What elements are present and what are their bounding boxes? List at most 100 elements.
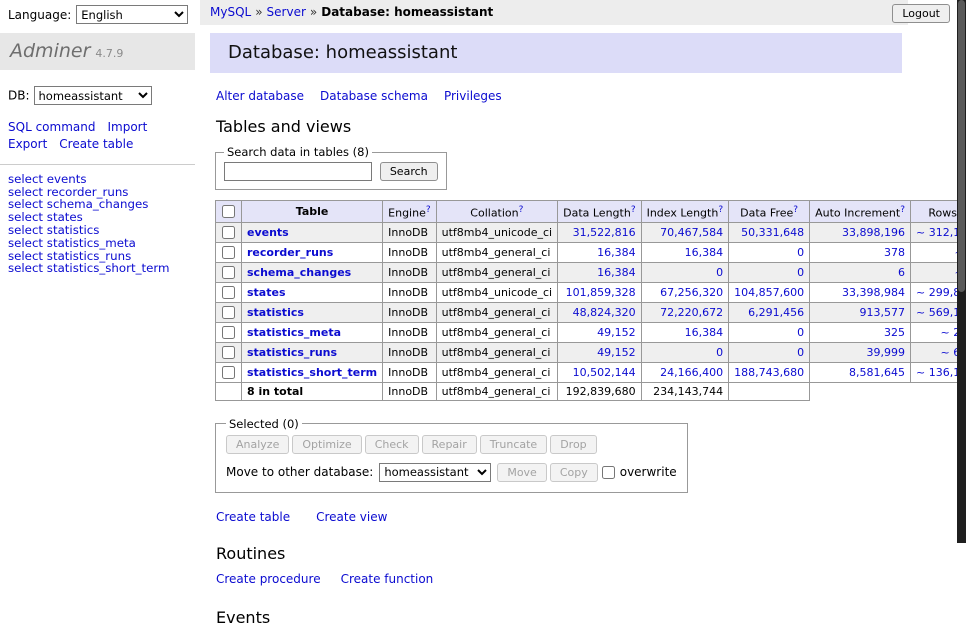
data-free-link[interactable]: 50,331,648 <box>741 226 804 239</box>
data-free-link[interactable]: 188,743,680 <box>734 366 804 379</box>
data-length-link[interactable]: 49,152 <box>597 346 636 359</box>
index-length-link[interactable]: 72,220,672 <box>660 306 723 319</box>
data-free-link[interactable]: 104,857,600 <box>734 286 804 299</box>
table-row: recorder_runs InnoDB utf8mb4_general_ci … <box>216 242 966 262</box>
breadcrumb-mysql-link[interactable]: MySQL <box>210 5 251 19</box>
data-free-link[interactable]: 6,291,456 <box>748 306 804 319</box>
data-length-link[interactable]: 16,384 <box>597 266 636 279</box>
drop-button[interactable]: Drop <box>550 435 596 454</box>
auto-increment-link[interactable]: 33,398,984 <box>842 286 905 299</box>
select-all-checkbox[interactable] <box>222 205 235 218</box>
table-name-link[interactable]: recorder_runs <box>247 246 333 259</box>
data-length-link[interactable]: 49,152 <box>597 326 636 339</box>
data-free-link[interactable]: 0 <box>797 266 804 279</box>
index-length-link[interactable]: 70,467,584 <box>660 226 723 239</box>
auto-increment-link[interactable]: 325 <box>884 326 905 339</box>
create-procedure-link[interactable]: Create procedure <box>216 572 321 586</box>
create-function-link[interactable]: Create function <box>341 572 434 586</box>
table-name-link[interactable]: schema_changes <box>247 266 351 279</box>
data-length-link[interactable]: 31,522,816 <box>573 226 636 239</box>
data-length-link[interactable]: 48,824,320 <box>573 306 636 319</box>
row-select-checkbox[interactable] <box>222 346 235 359</box>
logout-button[interactable]: Logout <box>892 4 950 23</box>
table-name-link[interactable]: statistics_runs <box>247 346 337 359</box>
data-length-link[interactable]: 101,859,328 <box>566 286 636 299</box>
collation-cell: utf8mb4_unicode_ci <box>436 222 557 242</box>
help-icon[interactable]: ? <box>631 205 636 215</box>
move-row: Move to other database:homeassistantMove… <box>226 463 677 482</box>
help-icon[interactable]: ? <box>900 205 905 215</box>
table-name-link[interactable]: states <box>247 286 286 299</box>
total-data-free <box>729 382 810 400</box>
collation-cell: utf8mb4_general_ci <box>436 362 557 382</box>
row-select-checkbox[interactable] <box>222 226 235 239</box>
sidebar-sql-command-link[interactable]: SQL command <box>8 120 95 134</box>
data-free-link[interactable]: 0 <box>797 246 804 259</box>
sidebar-item-select-statistics-short-term[interactable]: select statistics_short_term <box>8 261 170 275</box>
row-select-checkbox[interactable] <box>222 286 235 299</box>
repair-button[interactable]: Repair <box>422 435 477 454</box>
help-icon[interactable]: ? <box>718 205 723 215</box>
index-length-link[interactable]: 0 <box>716 266 723 279</box>
table-row: schema_changes InnoDB utf8mb4_general_ci… <box>216 262 966 282</box>
table-name-link[interactable]: statistics_short_term <box>247 366 377 379</box>
copy-button[interactable]: Copy <box>550 463 598 482</box>
breadcrumb-server-link[interactable]: Server <box>267 5 306 19</box>
sidebar-import-link[interactable]: Import <box>107 120 147 134</box>
analyze-button[interactable]: Analyze <box>226 435 289 454</box>
db-select[interactable]: homeassistant <box>34 86 152 105</box>
row-select-checkbox[interactable] <box>222 266 235 279</box>
auto-increment-link[interactable]: 378 <box>884 246 905 259</box>
database-schema-link[interactable]: Database schema <box>320 89 428 103</box>
row-select-checkbox[interactable] <box>222 366 235 379</box>
auto-increment-link[interactable]: 39,999 <box>867 346 906 359</box>
index-length-link[interactable]: 67,256,320 <box>660 286 723 299</box>
table-row: statistics_meta InnoDB utf8mb4_general_c… <box>216 322 966 342</box>
column-header-engine: Engine? <box>383 201 436 223</box>
alter-database-link[interactable]: Alter database <box>216 89 304 103</box>
index-length-link[interactable]: 0 <box>716 346 723 359</box>
overwrite-checkbox[interactable] <box>602 466 615 479</box>
auto-increment-link[interactable]: 8,581,645 <box>849 366 905 379</box>
vertical-scrollbar[interactable] <box>957 0 966 543</box>
data-length-link[interactable]: 16,384 <box>597 246 636 259</box>
scrollbar-thumb[interactable] <box>958 0 965 292</box>
table-name-link[interactable]: events <box>247 226 289 239</box>
sidebar-create-table-link[interactable]: Create table <box>59 137 133 151</box>
truncate-button[interactable]: Truncate <box>480 435 547 454</box>
row-select-checkbox[interactable] <box>222 246 235 259</box>
data-length-link[interactable]: 10,502,144 <box>573 366 636 379</box>
index-length-link[interactable]: 16,384 <box>685 326 724 339</box>
help-icon[interactable]: ? <box>519 205 524 215</box>
engine-cell: InnoDB <box>383 302 436 322</box>
create-table-link[interactable]: Create table <box>216 510 290 524</box>
table-name-link[interactable]: statistics <box>247 306 304 319</box>
data-free-link[interactable]: 0 <box>797 346 804 359</box>
help-icon[interactable]: ? <box>793 205 798 215</box>
search-button[interactable]: Search <box>380 162 438 181</box>
move-button[interactable]: Move <box>497 463 547 482</box>
index-length-link[interactable]: 16,384 <box>685 246 724 259</box>
auto-increment-link[interactable]: 913,577 <box>860 306 906 319</box>
privileges-link[interactable]: Privileges <box>444 89 502 103</box>
table-name-link[interactable]: statistics_meta <box>247 326 341 339</box>
sidebar-export-link[interactable]: Export <box>8 137 47 151</box>
tables-search-input[interactable] <box>224 162 372 181</box>
auto-increment-link[interactable]: 6 <box>898 266 905 279</box>
collation-cell: utf8mb4_general_ci <box>436 242 557 262</box>
move-db-select[interactable]: homeassistant <box>379 463 491 482</box>
auto-increment-link[interactable]: 33,898,196 <box>842 226 905 239</box>
language-label: Language: <box>8 8 71 22</box>
total-collation: utf8mb4_general_ci <box>436 382 557 400</box>
language-select[interactable]: English <box>76 5 188 24</box>
index-length-link[interactable]: 24,166,400 <box>660 366 723 379</box>
row-select-checkbox[interactable] <box>222 326 235 339</box>
help-icon[interactable]: ? <box>426 205 431 215</box>
data-free-link[interactable]: 0 <box>797 326 804 339</box>
row-select-checkbox[interactable] <box>222 306 235 319</box>
create-view-link[interactable]: Create view <box>316 510 387 524</box>
check-button[interactable]: Check <box>365 435 419 454</box>
optimize-button[interactable]: Optimize <box>292 435 361 454</box>
tables-and-views-heading: Tables and views <box>216 117 902 136</box>
db-selector-row: DB:homeassistant <box>0 86 195 105</box>
